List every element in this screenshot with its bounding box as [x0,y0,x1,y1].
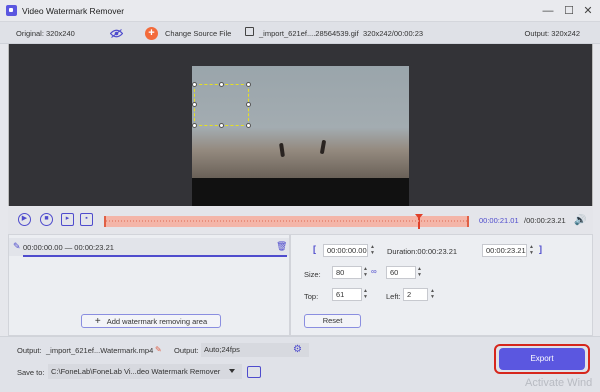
output-label: Output: [17,346,42,355]
resize-handle[interactable] [219,82,224,87]
edit-icon[interactable]: ✎ [155,345,162,354]
size-label: Size: [304,270,321,279]
top-label: Top: [304,292,319,301]
list-item[interactable]: ✎ 00:00:00.00 — 00:00:23.21 🗑 [9,238,289,257]
end-time-field[interactable]: 00:00:23.21 [482,244,527,257]
segment-bar [23,255,287,257]
add-watermark-area-button[interactable]: + Add watermark removing area [81,314,221,328]
left-field[interactable]: 2 [403,288,428,301]
output-file-name: _import_621ef...Watermark.mp4 [46,346,154,355]
resize-handle[interactable] [246,82,251,87]
person-figure [319,139,327,155]
app-icon [6,5,17,16]
resize-handle[interactable] [192,82,197,87]
area-settings-panel: [ 00:00:00.00 ▲ ▼ Duration:00:00:23.21 00… [290,234,593,336]
brush-icon: ✎ [13,241,21,251]
save-to-label: Save to: [17,368,45,377]
minimize-button[interactable]: — [540,3,556,19]
segment-list-panel: ✎ 00:00:00.00 — 00:00:23.21 🗑 + Add wate… [8,234,290,336]
width-field[interactable]: 80 [332,266,362,279]
height-field[interactable]: 60 [386,266,416,279]
original-resolution: Original: 320x240 [16,29,75,38]
playhead[interactable] [415,214,424,229]
set-start-icon[interactable]: [ [313,244,316,254]
close-button[interactable]: ✕ [580,3,596,19]
left-stepper[interactable]: ▲ ▼ [429,288,436,301]
clip-icon[interactable]: ▪ [80,213,93,226]
play-icon[interactable]: ▶ [18,213,31,226]
output-format-label: Output: [174,346,199,355]
change-source-button[interactable]: + Change Source File [145,26,231,40]
reset-button[interactable]: Reset [304,314,361,328]
start-time-field[interactable]: 00:00:00.00 [323,244,368,257]
resize-handle[interactable] [246,102,251,107]
video-preview [8,44,593,206]
volume-icon[interactable]: 🔊 [574,215,586,226]
maximize-button[interactable]: ☐ [561,3,577,19]
total-time: /00:00:23.21 [524,216,566,225]
playback-controls: ▶ ■ ▸ ▪ 00:00:21.01 /00:00:23.21 🔊 [8,207,593,234]
folder-icon[interactable] [247,366,261,378]
duration-label: Duration:00:00:23.21 [387,247,458,256]
set-end-icon[interactable]: ] [539,244,542,254]
top-stepper[interactable]: ▲ ▼ [362,288,369,301]
source-file-name: _import_621ef....28564539.gif [259,29,359,38]
resize-handle[interactable] [219,123,224,128]
stop-icon[interactable]: ■ [40,213,53,226]
person-figure [279,142,285,158]
output-resolution: Output: 320x242 [524,29,580,38]
change-source-label: Change Source File [165,28,232,38]
segment-range: 00:00:00.00 — 00:00:23.21 [23,243,114,252]
width-stepper[interactable]: ▲ ▼ [362,266,369,279]
next-frame-icon[interactable]: ▸ [61,213,74,226]
left-label: Left: [386,292,401,301]
resize-handle[interactable] [246,123,251,128]
link-icon[interactable]: ∞ [371,267,377,276]
title-bar: Video Watermark Remover — ☐ ✕ [0,0,600,22]
file-icon [245,27,254,36]
resize-handle[interactable] [192,123,197,128]
resize-handle[interactable] [192,102,197,107]
source-file-meta: 320x242/00:00:23 [363,29,424,38]
watermark-selection-box[interactable] [194,84,249,126]
timeline-track[interactable] [104,214,469,229]
current-time: 00:00:21.01 [479,216,519,225]
activate-windows-text: Activate Wind [525,377,593,389]
add-area-label: Add watermark removing area [106,316,208,326]
export-button[interactable]: Export [499,348,585,370]
eye-icon[interactable] [110,29,123,38]
end-stepper[interactable]: ▲ ▼ [528,244,535,257]
plus-icon: + [94,315,101,327]
window-title: Video Watermark Remover [22,6,125,16]
plus-icon: + [145,26,158,40]
top-field[interactable]: 61 [332,288,362,301]
source-info-bar: Original: 320x240 + Change Source File _… [0,22,600,44]
trash-icon[interactable]: 🗑 [276,241,287,252]
video-letterbox [192,178,409,206]
chevron-down-icon[interactable] [229,369,235,373]
height-stepper[interactable]: ▲ ▼ [416,266,423,279]
save-path-select[interactable]: C:\FoneLab\FoneLab Vi...deo Watermark Re… [48,364,242,379]
export-footer: Output: _import_621ef...Watermark.mp4 ✎ … [0,336,600,392]
start-stepper[interactable]: ▲ ▼ [369,244,376,257]
gear-icon[interactable]: ⚙ [293,344,302,355]
